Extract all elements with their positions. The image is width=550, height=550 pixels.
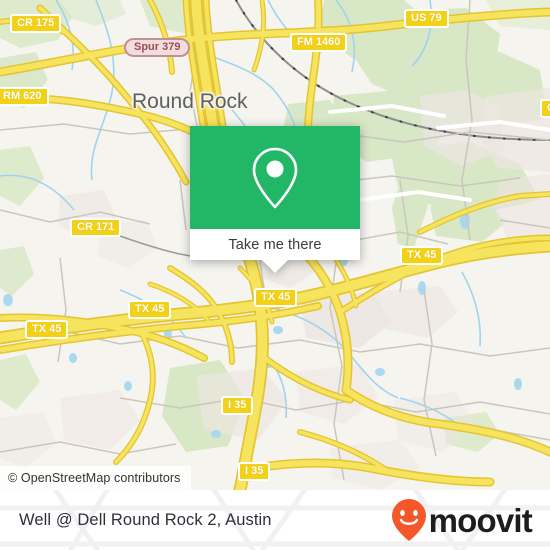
road-shield-i-35-lower[interactable]: I 35 [238,462,271,481]
map-pin-icon [252,147,298,208]
road-shield-tx-45-east[interactable]: TX 45 [400,246,444,265]
card-action-bar[interactable]: Take me there [190,229,360,273]
moovit-wordmark: moovit [428,501,533,539]
moovit-map-page: Round Rock CR 175 Spur 379 FM 1460 US 79… [0,0,550,550]
road-shield-spur-379[interactable]: Spur 379 [124,38,191,57]
moovit-logo[interactable]: moovit [391,498,533,542]
road-shield-fm-1460[interactable]: FM 1460 [290,33,348,52]
card-icon-area [190,126,360,229]
page-footer: Well @ Dell Round Rock 2, Austin moovit [0,490,550,550]
road-shield-i-35-upper[interactable]: I 35 [221,396,254,415]
footer-content: Well @ Dell Round Rock 2, Austin moovit [0,490,550,550]
road-shield-tx-45-mid[interactable]: TX 45 [128,300,172,319]
road-shield-tx-45-center[interactable]: TX 45 [254,288,298,307]
take-me-there-label: Take me there [228,236,322,253]
road-shield-rm-620[interactable]: RM 620 [0,87,49,106]
road-shield-us-79[interactable]: US 79 [404,9,449,28]
osm-attribution-text: © OpenStreetMap contributors [8,471,181,485]
take-me-there-card[interactable]: Take me there [190,126,360,273]
road-shield-tx-45-west[interactable]: TX 45 [25,320,69,339]
moovit-pin-smile-icon [391,499,426,541]
road-shield-cr-171[interactable]: CR 171 [70,218,122,237]
osm-attribution: © OpenStreetMap contributors [0,466,191,490]
place-label-round-rock: Round Rock [132,90,248,113]
footer-stop-title: Well @ Dell Round Rock 2, Austin [19,510,272,529]
road-shield-cr-175[interactable]: CR 175 [10,14,62,33]
road-shield-edge-c[interactable]: C [540,99,550,118]
card-pointer-tail [261,259,289,273]
